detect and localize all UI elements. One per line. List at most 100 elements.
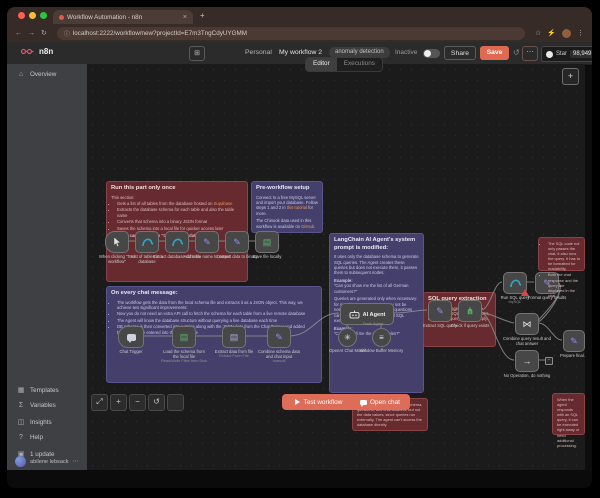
tab-editor[interactable]: Editor [306, 58, 337, 71]
site-info-icon[interactable]: ⓘ [64, 29, 70, 38]
node-list-tables[interactable]: List of tables in a database [135, 231, 159, 253]
memory-icon: ≡ [379, 334, 384, 342]
minimize-window-button[interactable] [29, 12, 36, 19]
mysql-icon [171, 236, 184, 248]
forward-icon[interactable]: → [28, 30, 35, 37]
node-extract-file[interactable]: ▤ Extract data from fileExtract From Fil… [222, 326, 246, 348]
bottom-bar [7, 470, 592, 488]
more-menu-button[interactable]: ⋯ [522, 46, 538, 61]
node-label: Save file locally [243, 254, 291, 259]
connector-endpoint[interactable]: − [545, 357, 553, 365]
sidebar-item-help[interactable]: ? Help [17, 434, 43, 441]
node-label: Combine schema data and chat inputmanual [255, 349, 303, 364]
sidebar-item-label: Insights [30, 419, 52, 426]
sidebar-item-insights[interactable]: ◫ Insights [17, 418, 52, 426]
tab-favicon [59, 15, 64, 20]
new-tab-button[interactable]: + [200, 11, 205, 20]
templates-icon: ▦ [17, 386, 25, 394]
variables-icon: Σ [17, 402, 25, 409]
node-label: Chat Trigger [107, 349, 155, 354]
app-header: n8n ⊞ Personal My workflow 2 anomaly det… [7, 42, 592, 65]
n8n-logo-icon [21, 47, 36, 56]
node-combine-input[interactable]: ✎ Combine schema data and chat inputmanu… [267, 326, 291, 348]
user-menu[interactable]: abilene lebsack ⋯ [15, 456, 79, 467]
node-add-table-name[interactable]: ✎ Add table name to output [195, 231, 219, 253]
history-icon[interactable]: ↺ [513, 48, 520, 57]
node-run-sql[interactable]: Run SQL querymySQL [503, 272, 527, 294]
browser-tab[interactable]: Workflow Automation - n8n × [53, 10, 193, 24]
node-save-file[interactable]: ▤ Save file locally [255, 231, 279, 253]
reset-zoom-button[interactable]: ↺ [148, 394, 165, 411]
sticky-top-right[interactable]: The SQL code not only passes the chat, i… [538, 237, 585, 271]
browser-menu-icon[interactable]: ⋮ [577, 29, 584, 37]
fit-view-button[interactable]: ⤢ [91, 394, 108, 411]
sticky-bottom-right[interactable]: When the agent responds with an SQL quer… [552, 393, 585, 435]
tab-close-icon[interactable]: × [183, 14, 187, 21]
user-more-icon[interactable]: ⋯ [73, 458, 79, 465]
share-button[interactable]: Share [444, 46, 476, 60]
node-ai-agent[interactable]: AI AgentTools Agent [340, 303, 394, 325]
panel-toggle-button[interactable]: ⊞ [189, 46, 205, 61]
node-label: Load the schema from the local fileRead/… [160, 349, 208, 364]
browser-tab-strip: Workflow Automation - n8n × + [7, 7, 592, 24]
browser-toolbar: ← → ↻ ⓘ localhost:2222/workflow/new?proj… [7, 24, 592, 42]
sidebar-item-overview[interactable]: ⌂ Overview [17, 71, 56, 78]
openai-icon: ✳ [344, 334, 351, 342]
close-window-button[interactable] [18, 12, 25, 19]
mysql-icon [509, 277, 522, 289]
logo-text: n8n [39, 47, 53, 56]
zoom-in-button[interactable]: + [110, 394, 127, 411]
pointer-mode-button[interactable] [167, 394, 184, 411]
if-icon: ⋔ [466, 307, 474, 316]
user-avatar [15, 456, 26, 467]
zoom-out-button[interactable]: − [129, 394, 146, 411]
status-label: Inactive [395, 49, 417, 56]
node-label: AI AgentTools Agent [363, 303, 386, 326]
add-node-button[interactable]: + [562, 68, 579, 85]
reload-icon[interactable]: ↻ [41, 29, 47, 37]
node-check-query[interactable]: ⋔ Check if query exists [458, 300, 482, 322]
node-load-schema[interactable]: ▤ Load the schema from the local fileRea… [172, 326, 196, 348]
breadcrumb-project[interactable]: Personal [245, 49, 272, 56]
node-extract-schema[interactable]: Extract database schema [165, 231, 189, 253]
sidebar-item-variables[interactable]: Σ Variables [17, 402, 56, 409]
node-extract-sql[interactable]: ✎ Extract SQL query [428, 300, 452, 322]
node-label: Combine query result and chat answer [503, 336, 551, 346]
node-openai-chat-model[interactable]: ✳ OpenAI Chat Model [338, 328, 357, 347]
save-button[interactable]: Save [480, 46, 509, 60]
node-prepare-final[interactable]: ✎ Prepare final… [563, 330, 585, 352]
github-star-widget[interactable]: Star 98,949 [541, 46, 592, 62]
node-buffer-memory[interactable]: ≡ Window Buffer Memory [372, 328, 391, 347]
browser-profile-avatar[interactable] [562, 29, 571, 38]
extension-icon[interactable]: ⚡ [547, 29, 556, 37]
n8n-logo[interactable]: n8n [21, 47, 53, 56]
robot-icon [349, 310, 360, 319]
tab-executions[interactable]: Executions [337, 58, 382, 71]
bookmark-star-icon[interactable]: ☆ [535, 29, 541, 37]
back-icon[interactable]: ← [15, 30, 22, 37]
node-label: Check if query exists [446, 323, 494, 328]
user-name: abilene lebsack [30, 459, 69, 465]
workflow-title[interactable]: My workflow 2 [279, 49, 322, 56]
merge-icon: ⋈ [523, 320, 532, 329]
maximize-window-button[interactable] [40, 12, 47, 19]
extract-file-icon: ▤ [230, 333, 239, 342]
node-combine-result[interactable]: ⋈ Combine query result and chat answer [515, 313, 539, 335]
node-chat-trigger[interactable]: Chat Trigger [118, 326, 144, 348]
chat-bubble-icon [127, 334, 136, 341]
sticky-list: The SQL code not only passes the chat, i… [543, 241, 580, 298]
play-icon [295, 399, 300, 405]
node-label: Extract data from fileExtract From File [210, 349, 258, 359]
open-chat-button[interactable]: Open chat [350, 394, 410, 410]
node-manual-trigger[interactable]: When clicking “Test workflow” [105, 231, 129, 253]
test-workflow-button[interactable]: Test workflow [282, 394, 356, 410]
sidebar-item-templates[interactable]: ▦ Templates [17, 386, 59, 394]
node-label: Window Buffer Memory [360, 348, 404, 353]
node-noop[interactable]: → No Operation, do nothing [515, 350, 539, 372]
sidebar-item-label: Help [30, 434, 43, 441]
view-tabs: Editor Executions [305, 57, 383, 72]
active-toggle[interactable] [423, 49, 440, 58]
node-convert-binary[interactable]: ✎ Convert data to binary [225, 231, 249, 253]
address-bar[interactable]: ⓘ localhost:2222/workflow/new?projectId=… [57, 27, 525, 40]
node-label: Prepare final… [550, 353, 585, 358]
